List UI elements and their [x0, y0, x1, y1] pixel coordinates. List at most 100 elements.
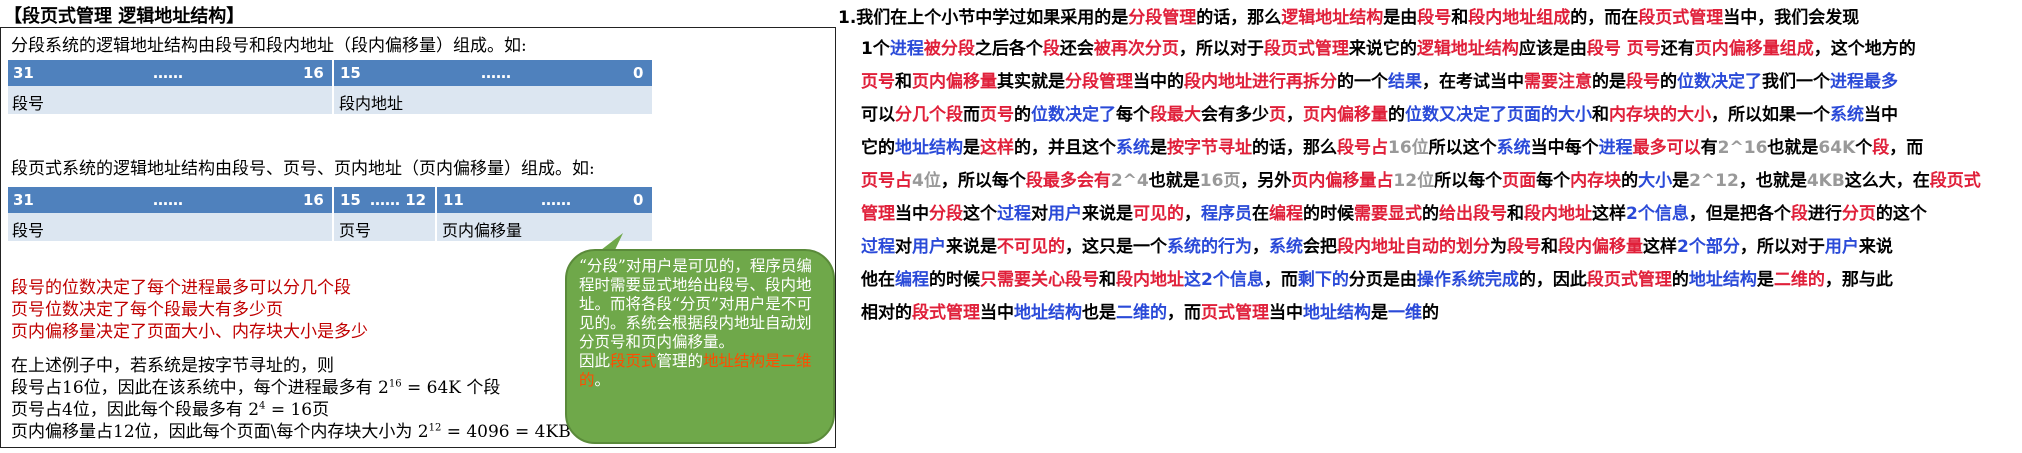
- notes-segment: 和: [1592, 105, 1609, 125]
- notes-segment: 的话，那么: [1196, 8, 1282, 28]
- example-text: 页内偏移量占12位，因此每个页面\每个内存块大小为 2: [11, 422, 429, 442]
- notes-segment: 来说是: [1082, 204, 1133, 224]
- callout-bubble: “分段”对用户是可见的，程序员编程时需要显式地给出段号、段内地址。而将各段“分页…: [565, 249, 835, 444]
- notes-segment: 位数决定了: [1031, 105, 1116, 125]
- notes-segment: 是: [1672, 171, 1690, 191]
- bit-dots: ……: [481, 64, 511, 82]
- notes-segment: ，也就是: [1738, 171, 1807, 191]
- notes-segment: 地址结构: [1303, 303, 1371, 323]
- notes-segment: 为: [1490, 237, 1507, 257]
- notes-segment: 的一个: [1337, 72, 1388, 92]
- notes-segment: 和: [1541, 237, 1558, 257]
- notes-segment: 给出段号: [1439, 204, 1507, 224]
- segment-label-row: 段号 段内地址: [8, 86, 652, 114]
- notes-segment: 位数决定了: [1677, 72, 1762, 92]
- notes-segment: 页: [1269, 105, 1286, 125]
- notes-segment: 2^16: [1717, 138, 1768, 158]
- example-text: = 64K 个段: [401, 378, 501, 398]
- notes-segment: 段页式管理: [1263, 39, 1349, 59]
- notes-segment: 是: [963, 138, 980, 158]
- notes-segment: 16位: [1388, 138, 1429, 158]
- notes-segment: 地址结构: [1688, 270, 1757, 290]
- notes-segment: 分页是由: [1348, 270, 1417, 290]
- notes-segment: 是由: [1383, 8, 1418, 28]
- label-separator: [332, 86, 334, 114]
- bit-15: 15: [340, 191, 361, 209]
- notes-segment: ，: [1184, 204, 1201, 224]
- notes-segment: ，所以对于: [1178, 39, 1264, 59]
- notes-segment: 相对的: [861, 303, 912, 323]
- notes-segment: 也是: [1082, 303, 1116, 323]
- segment-number-label: 段号: [12, 94, 45, 113]
- notes-segment: 页内偏移量: [1303, 105, 1388, 125]
- notes-segment: 段内地址组成: [1468, 8, 1571, 28]
- bit-11: 11: [443, 191, 464, 209]
- notes-segment: ，那与此: [1824, 270, 1893, 290]
- notes-segment: 系统: [1116, 138, 1150, 158]
- notes-line: 可以分几个段而页号的位数决定了每个段最大会有多少页，页内偏移量的位数又决定了页面…: [861, 99, 1898, 132]
- notes-segment: 只需要关心段号: [980, 270, 1099, 290]
- notes-segment: 会把: [1303, 237, 1337, 257]
- bit-31: 31: [13, 191, 34, 209]
- notes-segment: 4KB: [1806, 171, 1845, 191]
- notes-segment: 过程: [861, 237, 895, 257]
- notes-segment: 会有多少: [1201, 105, 1269, 125]
- bit-15: 15: [340, 64, 361, 82]
- notes-segment: 段: [1042, 39, 1060, 59]
- notes-line: 1个进程被分段之后各个段还会被再次分页，所以对于段页式管理来说它的逻辑地址结构应…: [861, 33, 1916, 66]
- notes-segment: 的话，那么: [1252, 138, 1337, 158]
- notes-segment: 所以这个: [1428, 138, 1497, 158]
- notes-line: 页号占4位，所以每个段最多会有2^4也就是16页，另外页内偏移量占12位所以每个…: [861, 165, 1981, 198]
- notes-segment: 段: [1872, 138, 1890, 158]
- notes-segment: ，这个地方的: [1813, 39, 1916, 59]
- callout-highlight: 段页式: [610, 352, 657, 370]
- notes-segment: 而: [963, 105, 980, 125]
- callout-text: “分段”对用户是可见的，程序员编程时需要显式地给出段号、段内地址。而将各段“分页…: [579, 257, 812, 351]
- notes-segment: 页内偏移量占: [1291, 171, 1394, 191]
- notes-segment: 和: [1099, 270, 1116, 290]
- bit-0: 0: [633, 191, 644, 209]
- notes-segment: 段内地址: [1116, 270, 1184, 290]
- notes-segment: 这样: [980, 138, 1014, 158]
- notes-segment: 不可见的: [997, 237, 1065, 257]
- notes-segment: 被再次分页: [1093, 39, 1179, 59]
- notes-segment: 的时候: [929, 270, 980, 290]
- notes-segment: 他在: [861, 270, 895, 290]
- notes-segment: 页内偏移量: [912, 72, 997, 92]
- notes-segment: 每个: [1116, 105, 1150, 125]
- page-offset-label: 页内偏移量: [442, 221, 523, 240]
- notes-segment: ，另外: [1240, 171, 1292, 191]
- notes-segment: 的，而在: [1570, 8, 1639, 28]
- notes-segment: 这个: [963, 204, 997, 224]
- bit-12: …… 12: [370, 191, 427, 209]
- bit-dots: ……: [541, 191, 571, 209]
- notes-segment: 也就是: [1767, 138, 1819, 158]
- notes-segment: 这样: [1643, 237, 1677, 257]
- notes-segment: 可以: [861, 105, 895, 125]
- notes-segment: 还有: [1660, 39, 1695, 59]
- notes-segment: 段内偏移量: [1558, 237, 1643, 257]
- notes-segment: ，: [1286, 105, 1303, 125]
- notes-segment: 操作系统完成: [1416, 270, 1519, 290]
- notes-segment: 我们一个: [1762, 72, 1830, 92]
- label-separator: [435, 213, 437, 241]
- lecture-notes: 1.我们在上个小节中学过如果采用的是分段管理的话，那么逻辑地址结构是由段号和段内…: [837, 0, 2022, 453]
- notes-segment: 管理: [861, 204, 895, 224]
- bit-16: 16: [303, 64, 324, 82]
- notes-segment: 段页式管理: [1638, 8, 1724, 28]
- notes-segment: 2个信息: [1626, 204, 1689, 224]
- notes-segment: 地址结构: [1014, 303, 1082, 323]
- notes-line: 管理当中分段这个过程对用户来说是可见的，程序员在编程的时候需要显式的给出段号和段…: [861, 198, 1927, 231]
- notes-segment: 需要注意: [1524, 72, 1592, 92]
- notes-segment: 64K: [1818, 138, 1856, 158]
- notes-segment: 的，因此: [1518, 270, 1587, 290]
- notes-segment: 段: [1790, 204, 1808, 224]
- notes-segment: 它的: [861, 138, 895, 158]
- notes-segment: 分段管理: [1065, 72, 1133, 92]
- notes-segment: 页内偏移量组成: [1694, 39, 1814, 59]
- notes-segment: 对: [1031, 204, 1048, 224]
- bit-31: 31: [13, 64, 34, 82]
- notes-segment: 过程: [997, 204, 1031, 224]
- bit-dots: ……: [153, 64, 183, 82]
- notes-segment: 在: [1252, 204, 1269, 224]
